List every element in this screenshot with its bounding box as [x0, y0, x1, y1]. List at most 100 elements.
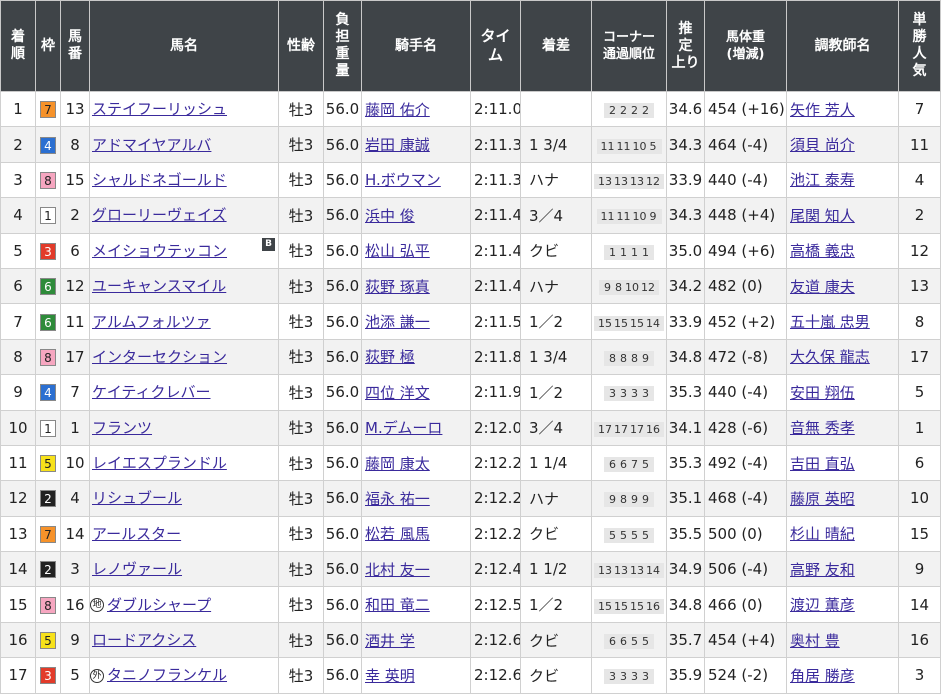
horse-name-link[interactable]: ステイフーリッシュ [91, 100, 227, 118]
corner-position: 8 [609, 351, 616, 365]
trainer-name-link[interactable]: 渡辺 薫彦 [790, 596, 855, 614]
header-trainer: 調教師名 [786, 0, 899, 92]
trainer-name-link[interactable]: 藤原 英昭 [790, 490, 855, 508]
table-row: 14 2 3 レノヴァール 牡3 56.0 北村 友一 2:12.4 1 1/2 13 13 13 14… [0, 551, 941, 588]
corner-position: 13 [598, 174, 612, 188]
table-row: 1 7 13 ステイフーリッシュ 牡3 56.0 藤岡 佑介 2:11.0 2 2 2 2 34.6 45… [0, 90, 941, 128]
horse-name-link[interactable]: リシュブール [91, 489, 182, 507]
horse-name-link[interactable]: レイエスプランドル [91, 454, 227, 472]
corner-position: 8 [615, 281, 622, 295]
last3f-cell: 33.9 [666, 161, 705, 199]
jockey-name-link[interactable]: 幸 英明 [365, 667, 415, 685]
jockey-name-link[interactable]: 福永 祐一 [365, 490, 430, 508]
sexage-cell: 牡3 [278, 586, 324, 623]
bodyweight-cell: 494 (+6) [704, 232, 787, 269]
trainer-name-link[interactable]: 杉山 晴紀 [790, 525, 855, 543]
weight-cell: 56.0 [323, 621, 362, 659]
horse-name-link[interactable]: アドマイヤアルバ [91, 136, 211, 154]
horse-name-link[interactable]: グローリーヴェイズ [91, 206, 227, 224]
corner-position: 11 [616, 210, 631, 224]
horse-name-link[interactable]: ダブルシャープ [105, 596, 211, 614]
horse-name-link[interactable]: フランツ [91, 419, 152, 437]
jockey-name-link[interactable]: H.ボウマン [365, 171, 441, 189]
trainer-name-link[interactable]: 友道 康夫 [790, 278, 855, 296]
corner-position: 11 [600, 139, 615, 153]
horse-name-link[interactable]: メイショウテッコン [91, 242, 227, 260]
corner-positions: 5555 [604, 527, 654, 543]
trainer-name-link[interactable]: 角居 勝彦 [790, 667, 855, 685]
table-row: 9 4 7 ケイティクレバー 牡3 56.0 四位 洋文 2:11.9 1／2 3 3 3 3 35.3 4… [0, 374, 941, 411]
margin-cell: クビ [520, 621, 592, 659]
jockey-name-link[interactable]: M.デムーロ [365, 419, 442, 437]
corner-position: 3 [642, 670, 649, 684]
bodyweight-cell: 452 (+2) [704, 303, 787, 340]
time-cell: 2:11.3 [470, 161, 521, 199]
trainer-name-link[interactable]: 奥村 豊 [790, 632, 840, 650]
horse-name-link[interactable]: ケイティクレバー [91, 383, 211, 401]
jockey-name-link[interactable]: 荻野 極 [365, 348, 415, 366]
popularity-cell: 13 [898, 267, 941, 305]
last3f-cell: 35.5 [666, 515, 705, 553]
corner-cell: 9 8 10 12 [591, 267, 667, 305]
corner-positions: 3333 [604, 386, 654, 402]
jockey-name-link[interactable]: 荻野 琢真 [365, 278, 430, 296]
corner-position: 11 [616, 139, 631, 153]
margin-cell: 1／2 [520, 586, 592, 623]
popularity-cell: 10 [898, 480, 941, 517]
horse-name-link[interactable]: ロードアクシス [91, 631, 196, 649]
jockey-name-link[interactable]: 池添 謙一 [365, 313, 430, 331]
trainer-name-link[interactable]: 安田 翔伍 [790, 384, 855, 402]
trainer-name-link[interactable]: 音無 秀孝 [790, 419, 855, 437]
waku-badge: 4 [40, 136, 56, 154]
sexage-cell: 牡3 [278, 197, 324, 234]
trainer-name-link[interactable]: 高橋 義忠 [790, 242, 855, 260]
trainer-name-link[interactable]: 矢作 芳人 [790, 101, 855, 119]
last3f-cell: 35.3 [666, 374, 705, 411]
trainer-name-link[interactable]: 吉田 直弘 [790, 455, 855, 473]
jockey-name-link[interactable]: 松山 弘平 [365, 242, 430, 260]
header-sexage: 性齢 [278, 0, 324, 92]
trainer-name-link[interactable]: 高野 友和 [790, 561, 855, 579]
horse-name-link[interactable]: アールスター [91, 525, 181, 543]
umaban-cell: 2 [60, 197, 90, 234]
corner-position: 3 [642, 387, 649, 401]
horse-name-link[interactable]: シャルドネゴールド [91, 171, 227, 189]
jockey-name-link[interactable]: 松若 風馬 [365, 525, 430, 543]
waku-badge: 2 [40, 561, 56, 579]
sexage-cell: 牡3 [278, 551, 324, 588]
waku-cell: 8 [35, 161, 61, 199]
corner-cell: 1111 [591, 232, 667, 269]
horse-name-link[interactable]: レノヴァール [91, 560, 182, 578]
trainer-name-link[interactable]: 池江 泰寿 [790, 171, 855, 189]
margin-cell: 3／4 [520, 409, 592, 446]
jockey-name-link[interactable]: 四位 洋文 [365, 384, 430, 402]
corner-position: 5 [631, 528, 638, 542]
corner-position: 15 [598, 316, 612, 330]
horse-name-link[interactable]: ユーキャンスマイル [91, 277, 226, 295]
popularity-cell: 11 [898, 126, 941, 163]
waku-badge: 1 [40, 419, 56, 437]
corner-positions: 9 8 10 12 [599, 280, 659, 296]
corner-position: 12 [646, 174, 660, 188]
jockey-name-link[interactable]: 和田 竜二 [365, 596, 430, 614]
corner-position: 9 [609, 493, 616, 507]
header-jockey: 騎手名 [361, 0, 471, 92]
trainer-name-link[interactable]: 尾関 知人 [790, 207, 855, 225]
jockey-name-link[interactable]: 岩田 康誠 [365, 136, 430, 154]
jockey-name-link[interactable]: 酒井 学 [365, 632, 415, 650]
jockey-name-link[interactable]: 浜中 俊 [365, 207, 415, 225]
horse-name-link[interactable]: タニノフランケル [105, 666, 227, 684]
horse-name-link[interactable]: インターセクション [91, 348, 227, 366]
trainer-name-link[interactable]: 須貝 尚介 [790, 136, 855, 154]
corner-position: 3 [620, 387, 627, 401]
trainer-name-link[interactable]: 五十嵐 忠男 [790, 313, 870, 331]
jockey-cell: 荻野 琢真 [361, 267, 471, 305]
trainer-cell: 杉山 晴紀 [786, 515, 899, 553]
horse-name-link[interactable]: アルムフォルツァ [91, 313, 211, 331]
umaban-cell: 17 [60, 338, 90, 376]
jockey-name-link[interactable]: 藤岡 佑介 [365, 101, 430, 119]
jockey-name-link[interactable]: 藤岡 康太 [365, 455, 430, 473]
margin-cell: 1／2 [520, 303, 592, 340]
trainer-name-link[interactable]: 大久保 龍志 [790, 348, 870, 366]
jockey-name-link[interactable]: 北村 友一 [365, 561, 430, 579]
